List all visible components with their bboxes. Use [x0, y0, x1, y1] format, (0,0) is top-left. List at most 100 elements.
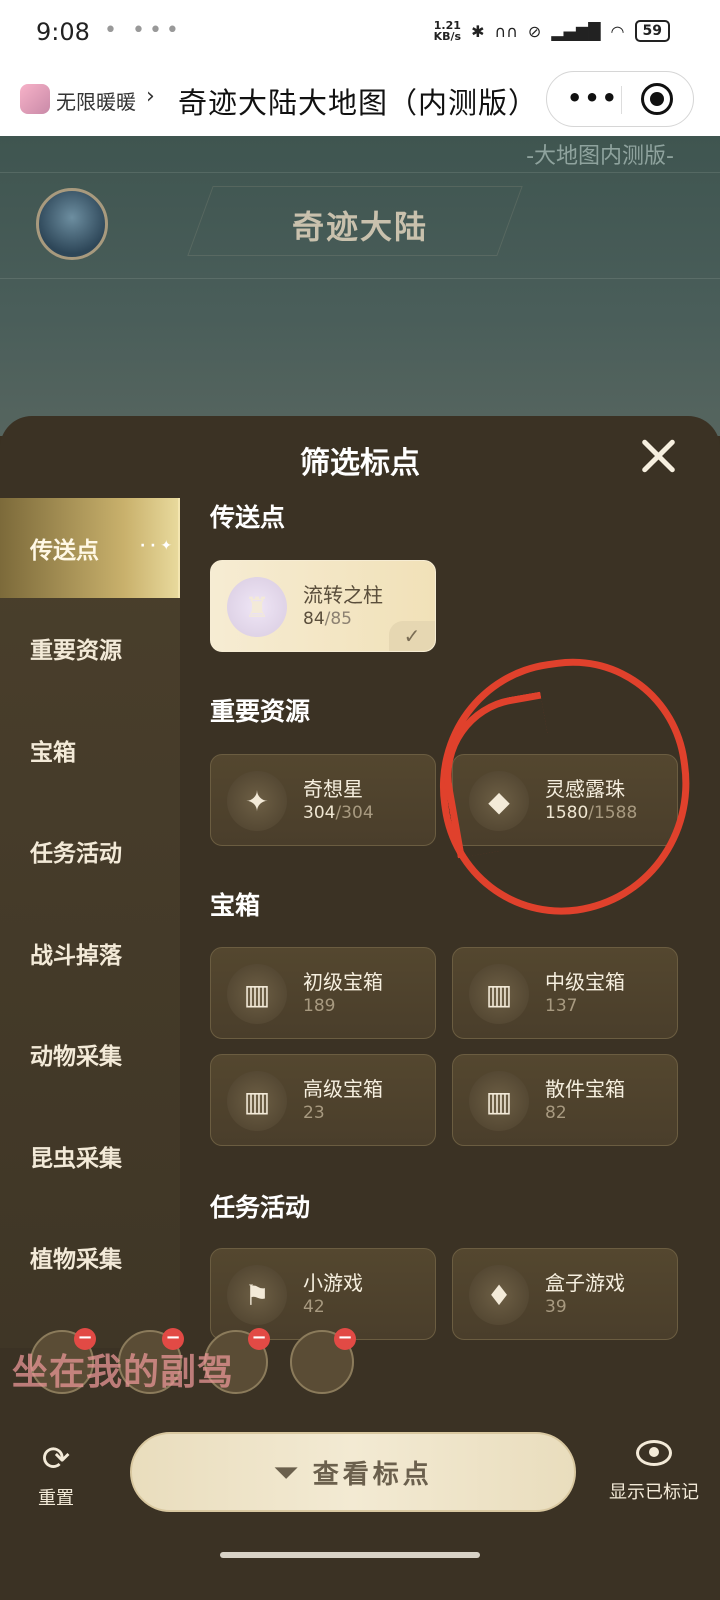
view-markers-label: 查看标点 — [312, 1459, 433, 1490]
card-count: 137 — [545, 996, 578, 1016]
section-title-tasks: 任务活动 — [210, 1193, 311, 1222]
filter-card-minigame[interactable]: ⚑ 小游戏 42 — [210, 1248, 436, 1340]
map-divider — [0, 172, 720, 173]
show-marked-label: 显示已标记 — [609, 1482, 699, 1503]
view-markers-button[interactable]: ⏷ 查看标点 — [130, 1432, 576, 1512]
map-divider — [0, 278, 720, 279]
bluetooth-icon: ✱ — [471, 21, 485, 41]
sidebar-item-label: 重要资源 — [30, 638, 122, 664]
card-name: 中级宝箱 — [545, 970, 625, 994]
sheet-title: 筛选标点 — [300, 446, 420, 481]
earbuds-icon: ∩∩ — [494, 21, 518, 41]
filter-card-wishstar[interactable]: ✦ 奇想星 304/304 — [210, 754, 436, 846]
sidebar-item-tasks[interactable]: 任务活动 — [0, 801, 180, 901]
category-sidebar: 传送点 · · ✦ 重要资源 宝箱 任务活动 战斗掉落 动物采集 昆虫采集 植物… — [0, 498, 180, 1348]
card-name: 初级宝箱 — [303, 970, 383, 994]
app-header: 无限暖暖 › 奇迹大陆大地图（内测版） ••• — [0, 66, 720, 136]
filter-card-pillar[interactable]: ♜ 流转之柱 84/85 ✓ — [210, 560, 436, 652]
status-time: 9:08 — [36, 18, 90, 46]
reset-label: 重置 — [38, 1488, 74, 1509]
filter-icon: ⏷ — [273, 1452, 299, 1491]
check-icon: ✓ — [389, 621, 435, 651]
card-name: 高级宝箱 — [303, 1077, 383, 1101]
sidebar-item-label: 任务活动 — [30, 841, 122, 867]
miniapp-capsule: ••• — [546, 71, 694, 127]
sidebar-item-animal[interactable]: 动物采集 — [0, 1004, 180, 1104]
count-found: 304 — [303, 803, 336, 823]
pillar-icon: ♜ — [227, 577, 287, 637]
region-name: 奇迹大陆 — [291, 208, 428, 246]
watermark-text: 坐在我的副驾 — [12, 1352, 235, 1393]
card-count: 39 — [545, 1297, 567, 1317]
flag-icon: ⚑ — [227, 1265, 287, 1325]
status-dots: • ••• — [104, 18, 183, 43]
section-title-teleport: 传送点 — [210, 503, 286, 532]
card-name: 流转之柱 — [303, 583, 383, 607]
cards-icon: ♦ — [469, 1265, 529, 1325]
app-avatar-icon[interactable] — [20, 84, 50, 114]
card-count: 189 — [303, 996, 336, 1016]
sidebar-item-insect[interactable]: 昆虫采集 — [0, 1106, 180, 1206]
filter-card-boxgame[interactable]: ♦ 盒子游戏 39 — [452, 1248, 678, 1340]
page-title: 奇迹大陆大地图（内测版） — [178, 86, 539, 120]
count-total: /85 — [324, 609, 352, 629]
star-icon: ✦ — [227, 771, 287, 831]
chest-icon: ▥ — [227, 1071, 287, 1131]
sidebar-item-label: 植物采集 — [30, 1247, 122, 1273]
sidebar-item-label: 昆虫采集 — [30, 1146, 122, 1172]
reset-button[interactable]: ⟳ 重置 — [28, 1440, 84, 1510]
filter-card-basic-chest[interactable]: ▥ 初级宝箱 189 — [210, 947, 436, 1039]
selected-chip[interactable]: − — [290, 1328, 356, 1394]
signal-icon: ▂▄▆█ — [551, 21, 601, 41]
close-miniapp-icon[interactable] — [641, 83, 673, 115]
eye-icon — [636, 1440, 672, 1466]
filter-card-advanced-chest[interactable]: ▥ 高级宝箱 23 — [210, 1054, 436, 1146]
map-view[interactable]: -大地图内测版- 奇迹大陆 — [0, 136, 720, 436]
chevron-right-icon[interactable]: › — [146, 84, 155, 109]
sidebar-item-teleport[interactable]: 传送点 · · ✦ — [0, 498, 180, 598]
remove-icon[interactable]: − — [334, 1328, 356, 1350]
status-bar: 9:08 • ••• 1.21 KB/s ✱ ∩∩ ⊘ ▂▄▆█ ◠ 59 — [0, 0, 720, 66]
show-marked-button[interactable]: 显示已标记 — [604, 1440, 704, 1504]
battery-icon: 59 — [634, 20, 670, 42]
card-name: 散件宝箱 — [545, 1077, 625, 1101]
wifi-icon: ◠ — [610, 21, 625, 41]
card-count: 304/304 — [303, 803, 374, 823]
close-button[interactable] — [636, 434, 680, 478]
card-count: 82 — [545, 1103, 567, 1123]
refresh-icon: ⟳ — [41, 1439, 71, 1479]
card-name: 盒子游戏 — [545, 1271, 625, 1295]
card-name: 小游戏 — [303, 1271, 363, 1295]
mute-icon: ⊘ — [527, 21, 542, 41]
sidebar-item-combat-drops[interactable]: 战斗掉落 — [0, 903, 180, 1003]
status-icons: 1.21 KB/s ✱ ∩∩ ⊘ ▂▄▆█ ◠ 59 — [434, 20, 670, 42]
section-title-resources: 重要资源 — [210, 697, 311, 726]
sidebar-item-label: 战斗掉落 — [30, 943, 122, 969]
network-speed-unit: KB/s — [433, 30, 462, 43]
chest-icon: ▥ — [469, 1071, 529, 1131]
filter-card-scattered-chest[interactable]: ▥ 散件宝箱 82 — [452, 1054, 678, 1146]
chest-icon: ▥ — [227, 964, 287, 1024]
card-count: 23 — [303, 1103, 325, 1123]
count-found: 84 — [303, 609, 325, 629]
more-icon[interactable]: ••• — [567, 84, 619, 112]
sidebar-item-label: 宝箱 — [30, 740, 76, 766]
map-version-tag: -大地图内测版- — [526, 144, 674, 169]
card-count: 42 — [303, 1297, 325, 1317]
home-indicator[interactable] — [220, 1552, 480, 1558]
sidebar-item-resources[interactable]: 重要资源 — [0, 598, 180, 698]
sidebar-item-label: 传送点 — [30, 538, 99, 564]
count-total: /304 — [335, 803, 374, 823]
network-speed: 1.21 KB/s — [434, 20, 461, 42]
remove-icon[interactable]: − — [248, 1328, 270, 1350]
sparkle-icon: · · ✦ — [140, 538, 173, 554]
sidebar-item-chests[interactable]: 宝箱 — [0, 700, 180, 800]
section-title-chests: 宝箱 — [210, 891, 261, 920]
sidebar-item-plant[interactable]: 植物采集 — [0, 1207, 180, 1307]
chest-icon: ▥ — [469, 964, 529, 1024]
sidebar-item-label: 动物采集 — [30, 1044, 122, 1070]
filter-card-mid-chest[interactable]: ▥ 中级宝箱 137 — [452, 947, 678, 1039]
card-name: 奇想星 — [303, 777, 363, 801]
capsule-divider — [621, 86, 622, 114]
app-name[interactable]: 无限暖暖 — [56, 86, 136, 115]
